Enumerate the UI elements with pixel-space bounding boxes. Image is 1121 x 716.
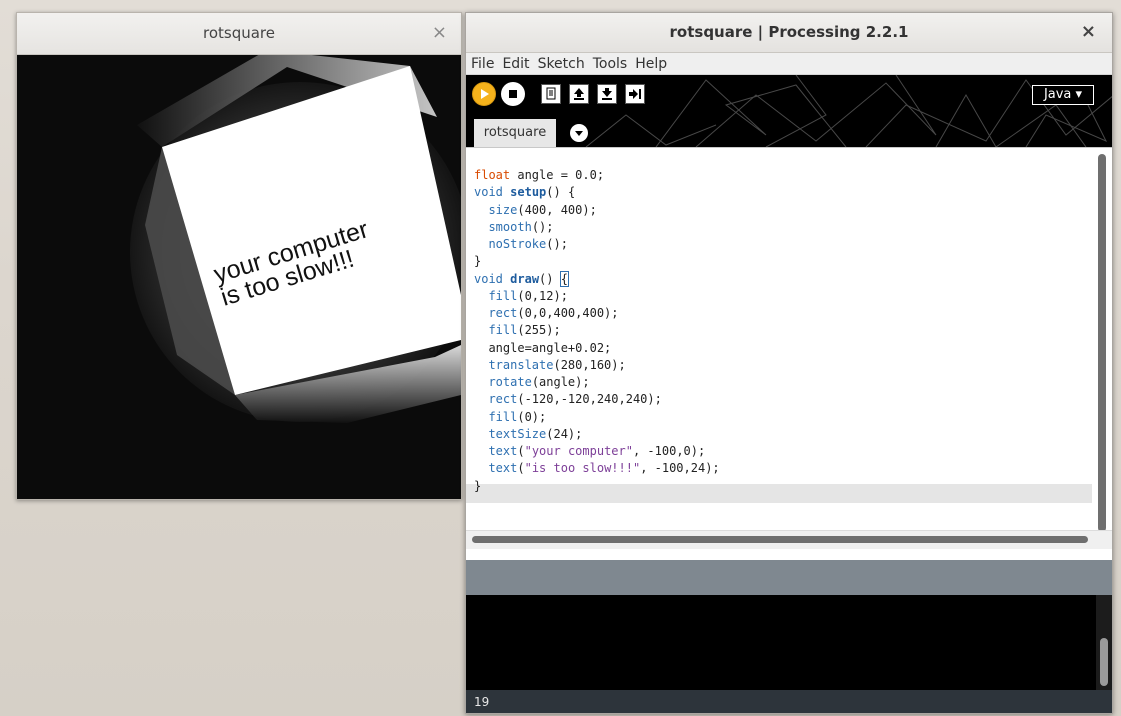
sketch-titlebar: rotsquare × bbox=[17, 13, 461, 55]
editor-horizontal-scrollbar[interactable] bbox=[472, 536, 1088, 543]
menu-help[interactable]: Help bbox=[630, 55, 670, 72]
save-button[interactable] bbox=[597, 84, 617, 104]
editor-vertical-scrollbar[interactable] bbox=[1098, 154, 1106, 532]
export-arrow-icon bbox=[629, 89, 641, 99]
code-line: void setup() { bbox=[474, 185, 576, 200]
new-button[interactable] bbox=[541, 84, 561, 104]
open-button[interactable] bbox=[569, 84, 589, 104]
code-line: translate(280,160); bbox=[488, 357, 626, 372]
console[interactable] bbox=[466, 595, 1112, 690]
message-area bbox=[466, 560, 1112, 595]
code-line: size(400, 400); bbox=[488, 202, 597, 217]
line-number: 19 bbox=[474, 695, 490, 709]
sketch-close-button[interactable]: × bbox=[432, 22, 447, 43]
sketch-canvas: your computer is too slow!!! bbox=[17, 55, 461, 499]
pde-window-title: rotsquare | Processing 2.2.1 bbox=[669, 23, 909, 41]
menu-tools[interactable]: Tools bbox=[588, 55, 631, 72]
code-line: text("your computer", -100,0); bbox=[488, 444, 706, 458]
code-line: } bbox=[474, 254, 482, 269]
code-line: rect(0,0,400,400); bbox=[488, 306, 619, 320]
code-line: fill(0,12); bbox=[488, 288, 568, 303]
mode-select[interactable]: Java ▾ bbox=[1032, 85, 1094, 105]
open-up-arrow-icon bbox=[574, 88, 584, 100]
code-line: noStroke(); bbox=[488, 237, 568, 251]
tab-rotsquare[interactable]: rotsquare bbox=[474, 119, 556, 147]
play-icon bbox=[481, 89, 489, 99]
menu-sketch[interactable]: Sketch bbox=[533, 55, 588, 72]
code-line: fill(0); bbox=[488, 409, 547, 424]
code-line: rect(-120,-120,240,240); bbox=[488, 392, 662, 407]
pde-close-button[interactable]: × bbox=[1081, 21, 1096, 42]
sketch-window: rotsquare × your computer is too slow!!! bbox=[16, 12, 462, 500]
status-bar: 19 bbox=[466, 690, 1112, 713]
tab-menu-button[interactable] bbox=[570, 124, 588, 142]
run-button[interactable] bbox=[472, 82, 496, 106]
code-line: text("is too slow!!!", -100,24); bbox=[488, 461, 720, 476]
code-line: angle=angle+0.02; bbox=[474, 340, 612, 355]
stop-button[interactable] bbox=[501, 82, 525, 106]
toolbar: Java ▾ rotsquare bbox=[466, 75, 1112, 147]
code-editor[interactable]: float angle = 0.0; void setup() { size(40… bbox=[466, 147, 1112, 545]
code-line: fill(255); bbox=[488, 323, 561, 338]
sketch-window-title: rotsquare bbox=[203, 24, 275, 42]
export-button[interactable] bbox=[625, 84, 645, 104]
save-down-arrow-icon bbox=[602, 88, 612, 100]
menu-bar: File Edit Sketch Tools Help bbox=[466, 53, 1112, 75]
pde-window: rotsquare | Processing 2.2.1 × File Edit S… bbox=[465, 12, 1113, 714]
code-line: smooth(); bbox=[488, 219, 554, 234]
code-line: textSize(24); bbox=[488, 426, 583, 441]
toolbar-background-pattern bbox=[585, 75, 1112, 147]
code-line: rotate(angle); bbox=[488, 375, 590, 389]
chevron-down-icon bbox=[575, 131, 583, 136]
menu-edit[interactable]: Edit bbox=[497, 55, 532, 72]
code-line: float angle = 0.0; bbox=[474, 168, 605, 182]
pde-titlebar: rotsquare | Processing 2.2.1 × bbox=[466, 13, 1112, 53]
new-file-icon bbox=[546, 87, 556, 100]
stop-icon bbox=[509, 90, 517, 98]
code-line: } bbox=[474, 478, 482, 493]
console-scrollbar[interactable] bbox=[1100, 638, 1108, 686]
sketch-drawing: your computer is too slow!!! bbox=[17, 55, 461, 499]
menu-file[interactable]: File bbox=[466, 55, 497, 72]
code-line: void draw() { bbox=[474, 270, 570, 287]
code-text[interactable]: float angle = 0.0; void setup() { size(40… bbox=[474, 167, 720, 495]
